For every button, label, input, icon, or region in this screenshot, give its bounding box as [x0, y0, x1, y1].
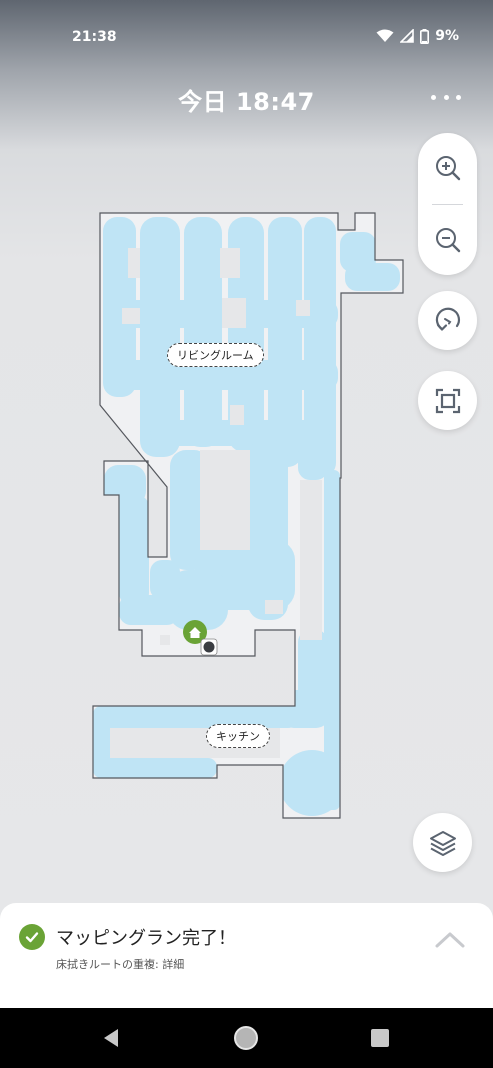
nav-back-button[interactable]	[82, 1008, 142, 1068]
map-layers-button[interactable]	[413, 813, 472, 872]
back-triangle-icon	[104, 1029, 118, 1047]
nav-recents-button[interactable]	[350, 1008, 410, 1068]
sheet-subtitle-link[interactable]: 床拭きルートの重複: 詳細	[56, 956, 184, 972]
system-nav-bar	[0, 1008, 493, 1068]
chevron-up-icon[interactable]	[432, 927, 468, 953]
fit-screen-icon	[435, 388, 460, 413]
zoom-out-icon	[435, 228, 460, 253]
zoom-in-icon	[435, 156, 460, 181]
mapping-result-sheet[interactable]: マッピングラン完了！ 床拭きルートの重複: 詳細	[0, 903, 493, 1013]
robot-icon[interactable]	[203, 641, 215, 653]
recents-square-icon	[371, 1029, 389, 1047]
sheet-title: マッピングラン完了！	[56, 928, 236, 949]
zoom-out-button[interactable]	[418, 205, 477, 275]
rotate-icon	[435, 307, 460, 331]
zoom-controls	[418, 133, 477, 275]
check-circle-icon	[19, 924, 45, 950]
home-circle-icon	[234, 1026, 258, 1050]
fit-screen-button[interactable]	[418, 371, 477, 430]
room-label-kitchen[interactable]: キッチン	[206, 724, 270, 748]
nav-home-button[interactable]	[216, 1008, 276, 1068]
rotate-map-button[interactable]	[418, 291, 477, 350]
room-label-living[interactable]: リビングルーム	[167, 343, 264, 367]
layers-icon	[429, 830, 456, 856]
zoom-in-button[interactable]	[418, 133, 477, 203]
